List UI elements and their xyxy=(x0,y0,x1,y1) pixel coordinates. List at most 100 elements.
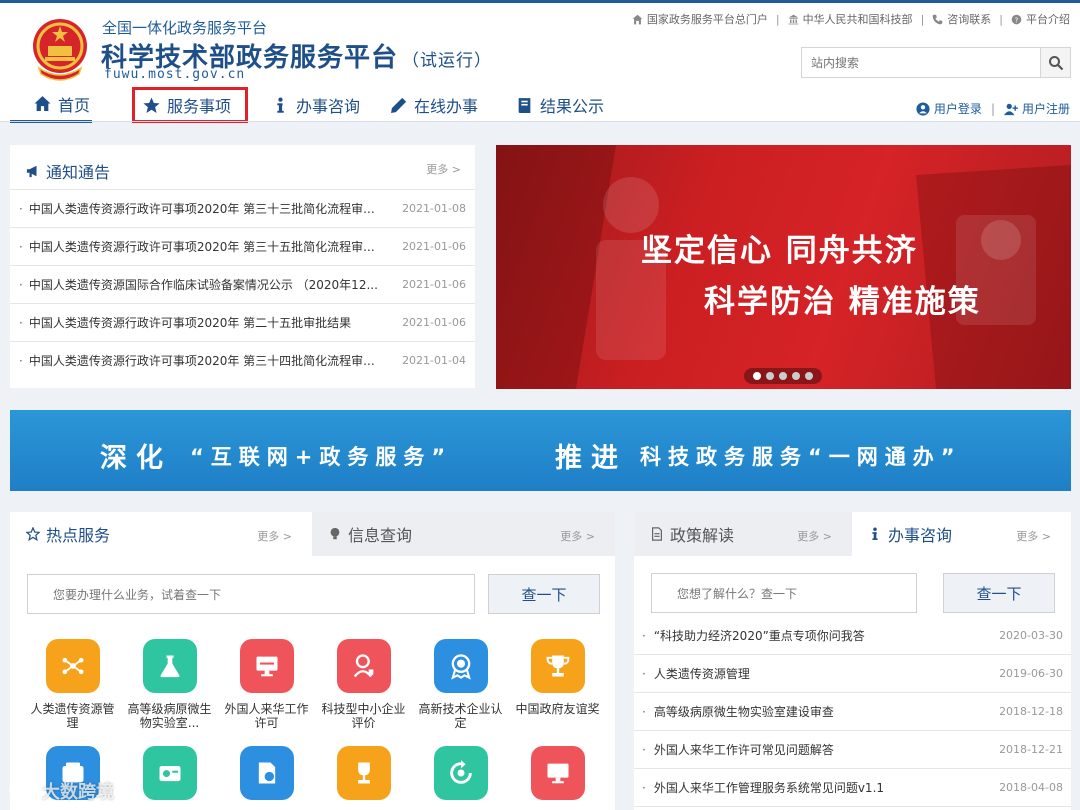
service-item[interactable]: 高新技术企业认定 xyxy=(412,639,509,730)
bullet: · xyxy=(19,315,23,330)
services-query-input[interactable]: 您要办理什么业务，试着查一下 xyxy=(27,574,475,614)
nav-results[interactable]: 结果公示 xyxy=(516,87,616,123)
service-item[interactable]: 科技型中小企业评价 xyxy=(315,639,412,730)
bullet: · xyxy=(642,704,646,719)
policy-list: · “科技助力经济2020”重点专项你问我答 2020-03-30 · 人类遗传资源管… xyxy=(634,617,1071,807)
list-item[interactable]: · “科技助力经济2020”重点专项你问我答 2020-03-30 xyxy=(634,617,1071,655)
service-item[interactable] xyxy=(218,746,315,810)
service-item[interactable] xyxy=(121,746,218,810)
consult-more-link[interactable]: 更多 > xyxy=(1016,528,1051,544)
phone-icon xyxy=(932,14,943,24)
slogan-banner: 深化 “互联网+政务服务” 推进 科技政务服务“一网通办” xyxy=(10,410,1071,491)
carousel-dot[interactable] xyxy=(805,372,813,380)
nav-home[interactable]: 首页 xyxy=(10,87,92,123)
notice-more-link[interactable]: 更多 > xyxy=(426,161,461,177)
trophy-icon xyxy=(336,746,391,800)
nav-services[interactable]: 服务事项 xyxy=(132,87,248,123)
list-item[interactable]: · 外国人来华工作许可常见问题解答 2018-12-21 xyxy=(634,731,1071,769)
divider: | xyxy=(775,12,780,26)
bullet: · xyxy=(642,780,646,795)
info-icon xyxy=(277,97,284,113)
slogan-part-1: 深化 xyxy=(100,443,172,474)
national-emblem-icon xyxy=(33,19,87,81)
site-header: 全国一体化政务服务平台 科学技术部政务服务平台 （试运行） fuwu.most.g… xyxy=(0,3,1080,123)
services-query-bar: 您要办理什么业务，试着查一下 查一下 xyxy=(27,574,600,614)
service-item[interactable]: 人类遗传资源管理 xyxy=(24,639,121,730)
star-icon xyxy=(143,97,160,113)
carousel-dot[interactable] xyxy=(766,372,774,380)
hot-more-link[interactable]: 更多 > xyxy=(257,528,292,544)
service-item[interactable]: 高等级病原微生物实验室... xyxy=(121,639,218,730)
question-icon: ? xyxy=(1011,14,1022,24)
policy-query-input[interactable]: 您想了解什么？查一下 xyxy=(651,573,917,613)
carousel-dot[interactable] xyxy=(792,372,800,380)
bullet: · xyxy=(19,239,23,254)
bank-icon xyxy=(788,14,798,24)
lightbulb-icon xyxy=(330,527,340,540)
service-item[interactable] xyxy=(315,746,412,810)
tab-info-query[interactable]: 信息查询 更多 > xyxy=(312,512,615,556)
banner-line-1: 坚定信心 同舟共济 xyxy=(641,233,918,269)
policy-tabs: 政策解读 更多 > 办事咨询 更多 > xyxy=(634,512,1071,556)
refresh-icon xyxy=(433,746,488,800)
carousel-indicators xyxy=(744,368,822,384)
list-item[interactable]: · 中国人类遗传资源国际合作临床试验备案情况公示 （2020年12... 2021-… xyxy=(10,265,475,303)
list-item[interactable]: · 中国人类遗传资源行政许可事项2020年 第二十五批审批结果 2021-01-06 xyxy=(10,303,475,341)
list-item[interactable]: · 高等级病原微生物实验室建设审查 2018-12-18 xyxy=(634,693,1071,731)
tab-policy[interactable]: 政策解读 更多 > xyxy=(634,512,852,556)
home-icon xyxy=(34,96,51,111)
divider: | xyxy=(920,12,925,26)
policy-panel: 政策解读 更多 > 办事咨询 更多 > 您想了解什么？查一下 查一下 · “科技助… xyxy=(634,512,1071,810)
top-link-about[interactable]: ? 平台介绍 xyxy=(1011,11,1070,27)
policy-query-bar: 您想了解什么？查一下 查一下 xyxy=(651,573,1055,613)
site-search xyxy=(801,47,1071,78)
platform-subtitle: 全国一体化政务服务平台 xyxy=(102,19,268,37)
services-tabs: 热点服务 更多 > 信息查询 更多 > xyxy=(10,512,615,556)
list-item[interactable]: · 中国人类遗传资源行政许可事项2020年 第三十五批简化流程审... 2021-0… xyxy=(10,227,475,265)
top-link-contact[interactable]: 咨询联系 xyxy=(932,11,991,27)
nav-online[interactable]: 在线办事 xyxy=(390,87,516,123)
policy-more-link[interactable]: 更多 > xyxy=(797,528,832,544)
book-icon xyxy=(518,97,531,113)
services-panel: 热点服务 更多 > 信息查询 更多 > 您要办理什么业务，试着查一下 查一下 人… xyxy=(10,512,615,810)
search-button[interactable] xyxy=(1040,48,1070,77)
pencil-icon xyxy=(391,97,407,113)
slogan-part-3: 推进 xyxy=(555,443,627,474)
service-item[interactable] xyxy=(412,746,509,810)
info-icon xyxy=(872,527,878,540)
monitor-icon xyxy=(239,639,294,693)
list-item[interactable]: · 中国人类遗传资源行政许可事项2020年 第三十四批简化流程审... 2021-0… xyxy=(10,341,475,379)
bullet: · xyxy=(19,277,23,292)
service-item[interactable] xyxy=(509,746,606,810)
top-links: 国家政务服务平台总门户 | 中华人民共和国科技部 | 咨询联系 | ? 平台介绍 xyxy=(632,11,1070,27)
chat-bubble-icon xyxy=(8,779,36,803)
service-item[interactable]: 外国人来华工作许可 xyxy=(218,639,315,730)
list-item[interactable]: · 人类遗传资源管理 2019-06-30 xyxy=(634,655,1071,693)
notice-list: · 中国人类遗传资源行政许可事项2020年 第三十三批简化流程审... 2021-0… xyxy=(10,189,475,379)
list-item[interactable]: · 中国人类遗传资源行政许可事项2020年 第三十三批简化流程审... 2021-0… xyxy=(10,189,475,227)
nav-consult[interactable]: 办事咨询 xyxy=(272,87,390,123)
tab-consult[interactable]: 办事咨询 更多 > xyxy=(852,512,1071,556)
register-link[interactable]: 用户注册 xyxy=(1022,100,1070,117)
banner-carousel[interactable]: 坚定信心 同舟共济 科学防治 精准施策 xyxy=(496,145,1071,389)
info-more-link[interactable]: 更多 > xyxy=(560,528,595,544)
login-link[interactable]: 用户登录 xyxy=(934,100,982,117)
tab-hot-services[interactable]: 热点服务 更多 > xyxy=(10,512,312,556)
document-icon xyxy=(652,527,662,541)
service-item[interactable]: 中国政府友谊奖 xyxy=(509,639,606,730)
top-link-most[interactable]: 中华人民共和国科技部 xyxy=(788,11,913,27)
services-query-button[interactable]: 查一下 xyxy=(488,574,600,614)
carousel-dot[interactable] xyxy=(753,372,761,380)
watermark: 大数跨境 xyxy=(8,778,114,804)
trophy-icon xyxy=(530,639,585,693)
policy-query-button[interactable]: 查一下 xyxy=(943,573,1055,613)
list-item[interactable]: · 外国人来华工作管理服务系统常见问题v1.1 2018-04-08 xyxy=(634,769,1071,807)
notice-panel: 通知通告 更多 > · 中国人类遗传资源行政许可事项2020年 第三十三批简化流程… xyxy=(10,145,475,388)
main-nav: 首页 服务事项 办事咨询 在线办事 结果公示 xyxy=(10,87,616,123)
site-search-input[interactable] xyxy=(802,48,1040,77)
carousel-dot[interactable] xyxy=(779,372,787,380)
top-link-gov-portal[interactable]: 国家政务服务平台总门户 xyxy=(632,11,768,27)
user-links: 用户登录 | 用户注册 xyxy=(916,100,1070,117)
